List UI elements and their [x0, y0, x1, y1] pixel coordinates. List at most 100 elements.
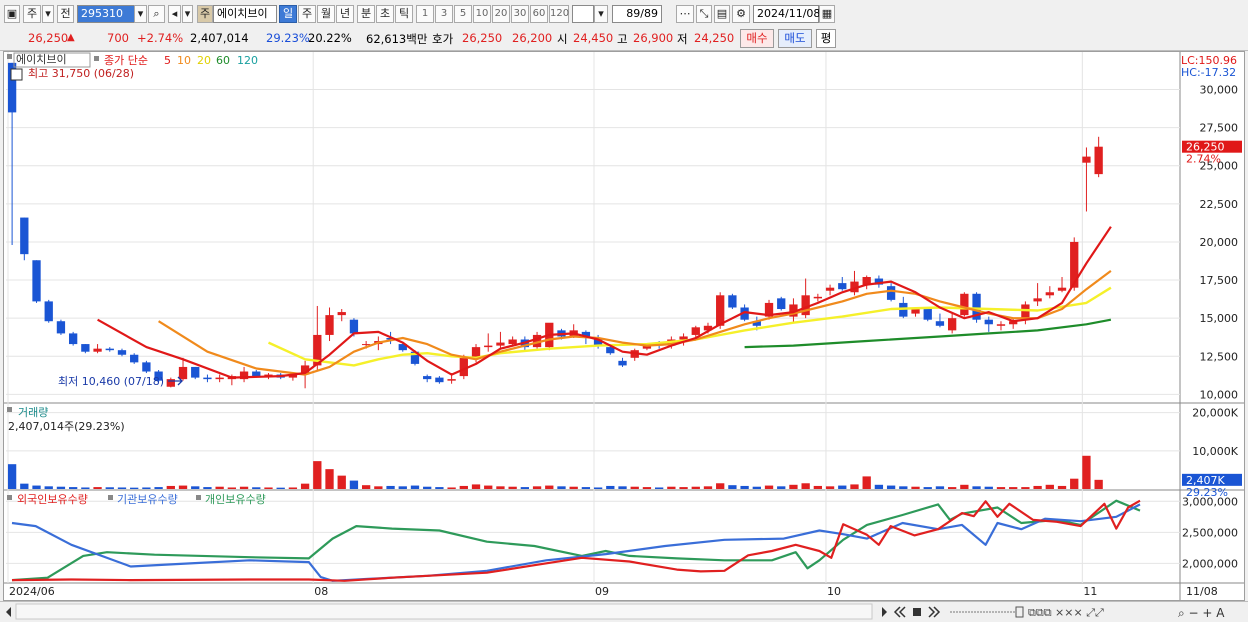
fast-forward-icon[interactable]: [928, 606, 941, 618]
interval-dropdown-icon[interactable]: ▾: [594, 5, 608, 23]
volume-bar: [874, 484, 884, 489]
candle-body: [166, 379, 175, 387]
candle-body: [825, 287, 835, 291]
count-field[interactable]: 89/89: [612, 5, 662, 23]
market-dropdown-icon[interactable]: ▾: [42, 5, 54, 23]
legend-institution: 기관보유수량: [117, 493, 178, 506]
grid-toggle-icon[interactable]: [10, 68, 23, 81]
candle-body: [178, 366, 188, 380]
date-field[interactable]: 2024/11/08: [753, 5, 820, 23]
candle-body: [1094, 146, 1103, 175]
stock-code-input[interactable]: 295310: [77, 5, 135, 23]
volume-bar: [191, 486, 200, 489]
minute-120-button[interactable]: 120: [549, 5, 569, 23]
holding-tick-label: 2,000,000: [1182, 557, 1238, 570]
volume-bar: [911, 486, 920, 489]
scroll-left-icon[interactable]: [6, 607, 11, 617]
minute-30-button[interactable]: 30: [511, 5, 529, 23]
interval-input[interactable]: [572, 5, 594, 23]
period-minute-button[interactable]: 분: [357, 5, 375, 23]
period-day-button[interactable]: 일: [279, 5, 297, 23]
tool-icon[interactable]: ⤡: [696, 5, 712, 23]
gear-icon[interactable]: ⚙: [732, 5, 750, 23]
zoom-tools-icon[interactable]: ⌕ − + A: [1178, 606, 1225, 620]
volume-bar: [117, 487, 127, 489]
volume-bar: [1045, 484, 1054, 489]
search-icon[interactable]: ⌕: [148, 5, 165, 23]
volume-bar: [947, 487, 957, 489]
speaker-dropdown-icon[interactable]: ▾: [182, 5, 193, 23]
volume-bar: [374, 486, 383, 489]
window-menu-icon[interactable]: ▣: [4, 5, 20, 23]
holding-tick-label: 2,500,000: [1182, 526, 1238, 539]
minute-5-button[interactable]: 5: [454, 5, 472, 23]
volume-value: 2,407,014: [190, 31, 249, 45]
legend-ma120: 120: [237, 54, 258, 67]
period-second-button[interactable]: 초: [376, 5, 394, 23]
candle-body: [435, 377, 444, 383]
volume-bar: [691, 486, 700, 489]
volume-bar: [899, 486, 908, 489]
minute-60-button[interactable]: 60: [530, 5, 548, 23]
up-arrow-icon: ▲: [67, 32, 75, 43]
trade-amount: 62,613백만: [366, 32, 428, 46]
candle-body: [105, 348, 114, 351]
volume-bar: [288, 487, 298, 489]
scrollbar-track[interactable]: [15, 603, 873, 620]
candle-body: [691, 327, 700, 335]
buy-button[interactable]: 매수: [740, 29, 774, 48]
rewind-icon[interactable]: [893, 606, 906, 618]
volume-bar: [496, 486, 505, 489]
candle-body: [508, 339, 517, 345]
volume-bar: [361, 485, 371, 489]
main-toolbar: ▣ 주 ▾ 전 295310 ▾ ⌕ ◂ ▾ 주 에이치브이 일 주 월 년 분…: [0, 0, 1248, 29]
candle-body: [1057, 287, 1067, 291]
low-price: 24,250: [694, 31, 735, 45]
period-tick-button[interactable]: 틱: [395, 5, 413, 23]
code-dropdown-icon[interactable]: ▾: [134, 5, 147, 23]
prev-button[interactable]: 전: [57, 5, 74, 23]
volume-bar: [740, 485, 749, 489]
high-marker-label: 최고 31,750 (06/28): [28, 67, 134, 80]
candle-body: [618, 360, 627, 366]
period-year-button[interactable]: 년: [336, 5, 354, 23]
speaker-icon[interactable]: ◂: [168, 5, 181, 23]
current-price: 26,250: [28, 31, 69, 45]
calendar-icon[interactable]: ▦: [819, 5, 835, 23]
volume-bar: [7, 464, 17, 489]
period-week-button[interactable]: 주: [298, 5, 316, 23]
volume-bar: [471, 484, 481, 489]
volume-bar: [1082, 455, 1091, 489]
chart-area[interactable]: 30,000 27,500 25,000 22,500 20,000 17,500 15,0…: [3, 51, 1245, 601]
ask-label: 호가: [432, 32, 454, 46]
minute-10-button[interactable]: 10: [473, 5, 491, 23]
price-change: 700: [107, 31, 129, 45]
turnover-pct: 29.23%: [266, 31, 310, 45]
minute-1-button[interactable]: 1: [416, 5, 434, 23]
drawing-tools-icon[interactable]: ⧉⧉⧉ ⨯⨯⨯ ⤢⤢: [1028, 606, 1104, 619]
volume-bar: [581, 487, 591, 489]
legend-marker-icon: [94, 56, 99, 61]
stock-name-field[interactable]: 에이치브이: [213, 5, 277, 23]
price-tick-label: 22,500: [1200, 198, 1239, 211]
sell-button[interactable]: 매도: [778, 29, 812, 48]
volume-bar: [20, 483, 29, 489]
minute-20-button[interactable]: 20: [492, 5, 510, 23]
volume-bar: [508, 486, 517, 489]
indicator-icon[interactable]: ⋯: [676, 5, 694, 23]
slider-handle-icon[interactable]: [1015, 606, 1024, 618]
save-icon[interactable]: ▤: [714, 5, 730, 23]
market-select[interactable]: 주: [23, 5, 41, 23]
candle-body: [728, 295, 737, 308]
volume-bar: [337, 475, 346, 489]
holding-lines: [11, 499, 1141, 582]
chart-canvas[interactable]: 30,00027,50025,00022,50020,00017,50015,0…: [4, 52, 1244, 600]
minute-3-button[interactable]: 3: [435, 5, 453, 23]
holding-marker3-icon: [196, 495, 201, 500]
candle-body: [996, 324, 1006, 326]
evaluate-button[interactable]: 평: [816, 29, 836, 48]
period-month-button[interactable]: 월: [317, 5, 335, 23]
legend-ma60: 60: [216, 54, 230, 67]
scroll-right-icon[interactable]: [882, 607, 887, 617]
stop-icon[interactable]: [913, 608, 921, 616]
